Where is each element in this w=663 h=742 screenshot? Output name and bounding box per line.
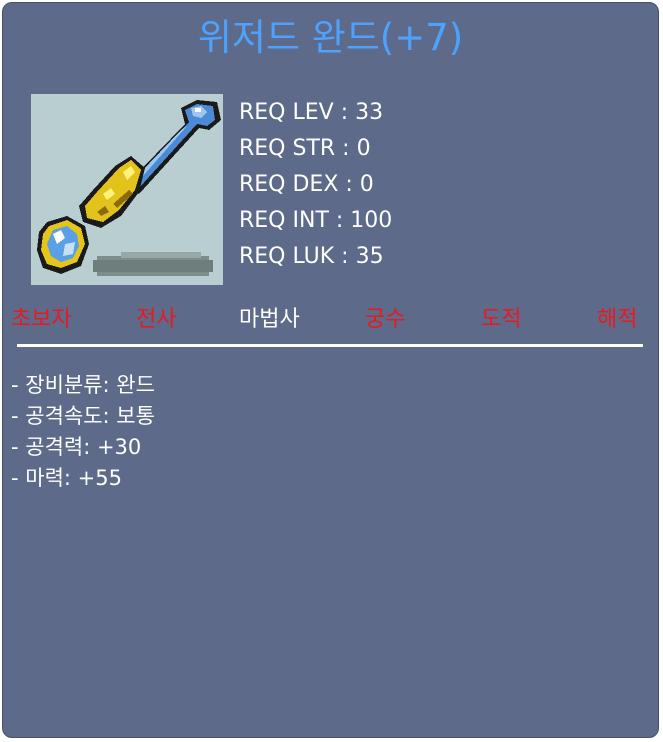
stats-list: - 장비분류: 완드 - 공격속도: 보통 - 공격력: +30 - 마력: +… <box>11 370 155 494</box>
req-dex: REQ DEX : 0 <box>239 172 374 197</box>
job-thief: 도적 <box>481 307 522 332</box>
stat-magic: - 마력: +55 <box>11 466 122 490</box>
req-luk: REQ LUK : 35 <box>239 244 384 269</box>
job-archer: 궁수 <box>365 307 406 332</box>
req-int: REQ INT : 100 <box>239 208 393 233</box>
job-magician: 마법사 <box>239 307 300 332</box>
divider <box>17 344 643 347</box>
job-warrior: 전사 <box>136 307 177 332</box>
item-name: 위저드 완드(+7) <box>197 16 464 59</box>
item-image <box>31 94 223 285</box>
stat-attack: - 공격력: +30 <box>11 435 142 459</box>
req-level: REQ LEV : 33 <box>239 100 384 125</box>
stat-attack-speed: - 공격속도: 보통 <box>11 404 155 428</box>
item-tooltip: 위저드 완드(+7) REQ LEV: 33 REQ STR: 0 REQ … <box>2 2 659 738</box>
requirements-list: REQ LEV : 33 REQ STR : 0 REQ DEX : 0 REQ… <box>239 95 392 275</box>
stat-category: - 장비분류: 완드 <box>11 373 155 397</box>
job-beginner: 초보자 <box>11 307 72 332</box>
job-pirate: 해적 <box>597 307 638 332</box>
wizard-wand-icon <box>37 100 221 276</box>
job-list: 초보자 전사 마법사 궁수 도적 해적 <box>3 303 658 339</box>
req-str: REQ STR : 0 <box>239 136 371 161</box>
